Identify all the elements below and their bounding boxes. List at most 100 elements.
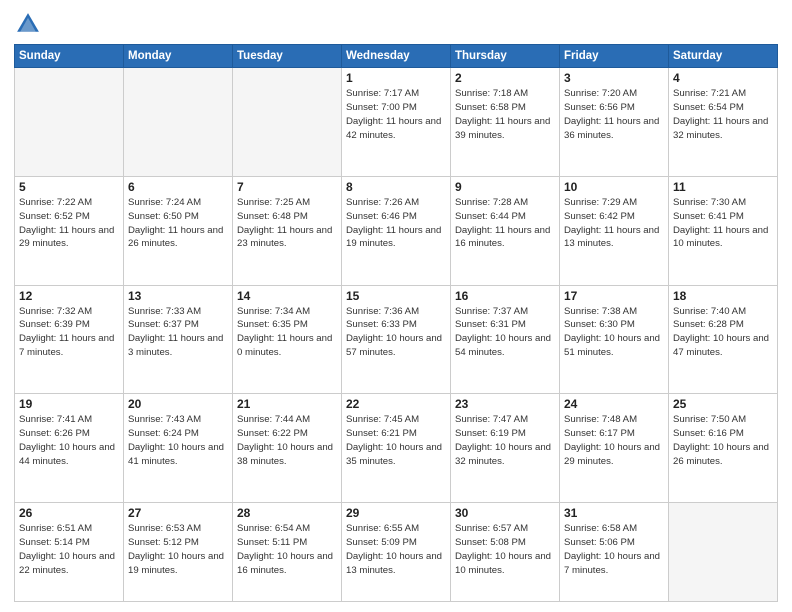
day-info: Sunrise: 7:45 AM Sunset: 6:21 PM Dayligh… bbox=[346, 413, 446, 469]
logo bbox=[14, 10, 46, 38]
day-number: 15 bbox=[346, 289, 446, 303]
calendar-cell: 20 Sunrise: 7:43 AM Sunset: 6:24 PM Dayli… bbox=[124, 394, 233, 503]
day-info: Sunrise: 7:26 AM Sunset: 6:46 PM Dayligh… bbox=[346, 196, 446, 252]
calendar-cell: 14 Sunrise: 7:34 AM Sunset: 6:35 PM Dayli… bbox=[233, 285, 342, 394]
day-number: 5 bbox=[19, 180, 119, 194]
day-info: Sunrise: 6:53 AM Sunset: 5:12 PM Dayligh… bbox=[128, 522, 228, 578]
calendar-cell: 28Sunrise: 6:54 AM Sunset: 5:11 PM Dayli… bbox=[233, 503, 342, 602]
day-info: Sunrise: 7:24 AM Sunset: 6:50 PM Dayligh… bbox=[128, 196, 228, 252]
day-info: Sunrise: 7:33 AM Sunset: 6:37 PM Dayligh… bbox=[128, 305, 228, 361]
day-info: Sunrise: 7:34 AM Sunset: 6:35 PM Dayligh… bbox=[237, 305, 337, 361]
calendar-cell: 7 Sunrise: 7:25 AM Sunset: 6:48 PM Daylig… bbox=[233, 176, 342, 285]
day-number: 22 bbox=[346, 397, 446, 411]
day-info: Sunrise: 7:41 AM Sunset: 6:26 PM Dayligh… bbox=[19, 413, 119, 469]
weekday-header: Wednesday bbox=[342, 45, 451, 68]
calendar-cell: 2 Sunrise: 7:18 AM Sunset: 6:58 PM Daylig… bbox=[451, 68, 560, 177]
day-info: Sunrise: 6:57 AM Sunset: 5:08 PM Dayligh… bbox=[455, 522, 555, 578]
day-info: Sunrise: 7:44 AM Sunset: 6:22 PM Dayligh… bbox=[237, 413, 337, 469]
day-number: 4 bbox=[673, 71, 773, 85]
day-info: Sunrise: 7:25 AM Sunset: 6:48 PM Dayligh… bbox=[237, 196, 337, 252]
day-number: 10 bbox=[564, 180, 664, 194]
day-number: 31 bbox=[564, 506, 664, 520]
calendar-cell: 11 Sunrise: 7:30 AM Sunset: 6:41 PM Dayli… bbox=[669, 176, 778, 285]
day-info: Sunrise: 7:21 AM Sunset: 6:54 PM Dayligh… bbox=[673, 87, 773, 143]
day-number: 1 bbox=[346, 71, 446, 85]
day-info: Sunrise: 6:51 AM Sunset: 5:14 PM Dayligh… bbox=[19, 522, 119, 578]
day-info: Sunrise: 7:18 AM Sunset: 6:58 PM Dayligh… bbox=[455, 87, 555, 143]
weekday-header: Monday bbox=[124, 45, 233, 68]
calendar-cell: 1Sunrise: 7:17 AM Sunset: 7:00 PM Daylig… bbox=[342, 68, 451, 177]
calendar-cell: 30 Sunrise: 6:57 AM Sunset: 5:08 PM Dayli… bbox=[451, 503, 560, 602]
day-info: Sunrise: 7:48 AM Sunset: 6:17 PM Dayligh… bbox=[564, 413, 664, 469]
calendar-page: SundayMondayTuesdayWednesdayThursdayFrid… bbox=[0, 0, 792, 612]
calendar-cell: 12Sunrise: 7:32 AM Sunset: 6:39 PM Dayli… bbox=[15, 285, 124, 394]
calendar-cell: 21Sunrise: 7:44 AM Sunset: 6:22 PM Dayli… bbox=[233, 394, 342, 503]
day-number: 25 bbox=[673, 397, 773, 411]
calendar-cell: 29Sunrise: 6:55 AM Sunset: 5:09 PM Dayli… bbox=[342, 503, 451, 602]
day-info: Sunrise: 7:22 AM Sunset: 6:52 PM Dayligh… bbox=[19, 196, 119, 252]
day-number: 16 bbox=[455, 289, 555, 303]
calendar-week-row: 12Sunrise: 7:32 AM Sunset: 6:39 PM Dayli… bbox=[15, 285, 778, 394]
day-info: Sunrise: 7:36 AM Sunset: 6:33 PM Dayligh… bbox=[346, 305, 446, 361]
day-info: Sunrise: 7:32 AM Sunset: 6:39 PM Dayligh… bbox=[19, 305, 119, 361]
day-info: Sunrise: 7:43 AM Sunset: 6:24 PM Dayligh… bbox=[128, 413, 228, 469]
calendar-cell: 26 Sunrise: 6:51 AM Sunset: 5:14 PM Dayli… bbox=[15, 503, 124, 602]
calendar-cell: 16 Sunrise: 7:37 AM Sunset: 6:31 PM Dayli… bbox=[451, 285, 560, 394]
calendar-cell: 15 Sunrise: 7:36 AM Sunset: 6:33 PM Dayli… bbox=[342, 285, 451, 394]
day-number: 19 bbox=[19, 397, 119, 411]
weekday-header: Tuesday bbox=[233, 45, 342, 68]
calendar-cell: 3 Sunrise: 7:20 AM Sunset: 6:56 PM Daylig… bbox=[560, 68, 669, 177]
day-number: 24 bbox=[564, 397, 664, 411]
weekday-header: Saturday bbox=[669, 45, 778, 68]
day-number: 3 bbox=[564, 71, 664, 85]
calendar-cell: 22 Sunrise: 7:45 AM Sunset: 6:21 PM Dayli… bbox=[342, 394, 451, 503]
calendar-cell: 9 Sunrise: 7:28 AM Sunset: 6:44 PM Daylig… bbox=[451, 176, 560, 285]
calendar-cell bbox=[15, 68, 124, 177]
day-number: 26 bbox=[19, 506, 119, 520]
weekday-header: Sunday bbox=[15, 45, 124, 68]
day-info: Sunrise: 7:20 AM Sunset: 6:56 PM Dayligh… bbox=[564, 87, 664, 143]
calendar-cell: 5 Sunrise: 7:22 AM Sunset: 6:52 PM Daylig… bbox=[15, 176, 124, 285]
calendar-table: SundayMondayTuesdayWednesdayThursdayFrid… bbox=[14, 44, 778, 602]
calendar-cell: 18Sunrise: 7:40 AM Sunset: 6:28 PM Dayli… bbox=[669, 285, 778, 394]
day-info: Sunrise: 7:29 AM Sunset: 6:42 PM Dayligh… bbox=[564, 196, 664, 252]
calendar-week-row: 19 Sunrise: 7:41 AM Sunset: 6:26 PM Dayli… bbox=[15, 394, 778, 503]
day-number: 14 bbox=[237, 289, 337, 303]
calendar-cell bbox=[669, 503, 778, 602]
day-info: Sunrise: 7:50 AM Sunset: 6:16 PM Dayligh… bbox=[673, 413, 773, 469]
day-info: Sunrise: 7:37 AM Sunset: 6:31 PM Dayligh… bbox=[455, 305, 555, 361]
day-number: 17 bbox=[564, 289, 664, 303]
day-info: Sunrise: 7:38 AM Sunset: 6:30 PM Dayligh… bbox=[564, 305, 664, 361]
day-info: Sunrise: 6:55 AM Sunset: 5:09 PM Dayligh… bbox=[346, 522, 446, 578]
calendar-cell: 13Sunrise: 7:33 AM Sunset: 6:37 PM Dayli… bbox=[124, 285, 233, 394]
calendar-cell: 17 Sunrise: 7:38 AM Sunset: 6:30 PM Dayli… bbox=[560, 285, 669, 394]
day-info: Sunrise: 6:54 AM Sunset: 5:11 PM Dayligh… bbox=[237, 522, 337, 578]
header bbox=[14, 10, 778, 38]
calendar-cell: 27 Sunrise: 6:53 AM Sunset: 5:12 PM Dayli… bbox=[124, 503, 233, 602]
day-number: 23 bbox=[455, 397, 555, 411]
day-info: Sunrise: 7:40 AM Sunset: 6:28 PM Dayligh… bbox=[673, 305, 773, 361]
day-number: 11 bbox=[673, 180, 773, 194]
day-number: 9 bbox=[455, 180, 555, 194]
calendar-cell: 31 Sunrise: 6:58 AM Sunset: 5:06 PM Dayli… bbox=[560, 503, 669, 602]
calendar-cell: 4 Sunrise: 7:21 AM Sunset: 6:54 PM Daylig… bbox=[669, 68, 778, 177]
day-number: 2 bbox=[455, 71, 555, 85]
calendar-week-row: 26 Sunrise: 6:51 AM Sunset: 5:14 PM Dayli… bbox=[15, 503, 778, 602]
calendar-cell: 25 Sunrise: 7:50 AM Sunset: 6:16 PM Dayli… bbox=[669, 394, 778, 503]
day-info: Sunrise: 7:28 AM Sunset: 6:44 PM Dayligh… bbox=[455, 196, 555, 252]
weekday-header: Thursday bbox=[451, 45, 560, 68]
calendar-cell: 23Sunrise: 7:47 AM Sunset: 6:19 PM Dayli… bbox=[451, 394, 560, 503]
day-number: 27 bbox=[128, 506, 228, 520]
calendar-cell bbox=[124, 68, 233, 177]
day-info: Sunrise: 6:58 AM Sunset: 5:06 PM Dayligh… bbox=[564, 522, 664, 578]
day-number: 7 bbox=[237, 180, 337, 194]
calendar-week-row: 1Sunrise: 7:17 AM Sunset: 7:00 PM Daylig… bbox=[15, 68, 778, 177]
calendar-cell: 8Sunrise: 7:26 AM Sunset: 6:46 PM Daylig… bbox=[342, 176, 451, 285]
logo-icon bbox=[14, 10, 42, 38]
weekday-header-row: SundayMondayTuesdayWednesdayThursdayFrid… bbox=[15, 45, 778, 68]
day-number: 30 bbox=[455, 506, 555, 520]
day-info: Sunrise: 7:30 AM Sunset: 6:41 PM Dayligh… bbox=[673, 196, 773, 252]
calendar-cell: 24 Sunrise: 7:48 AM Sunset: 6:17 PM Dayli… bbox=[560, 394, 669, 503]
day-number: 20 bbox=[128, 397, 228, 411]
calendar-cell: 19 Sunrise: 7:41 AM Sunset: 6:26 PM Dayli… bbox=[15, 394, 124, 503]
